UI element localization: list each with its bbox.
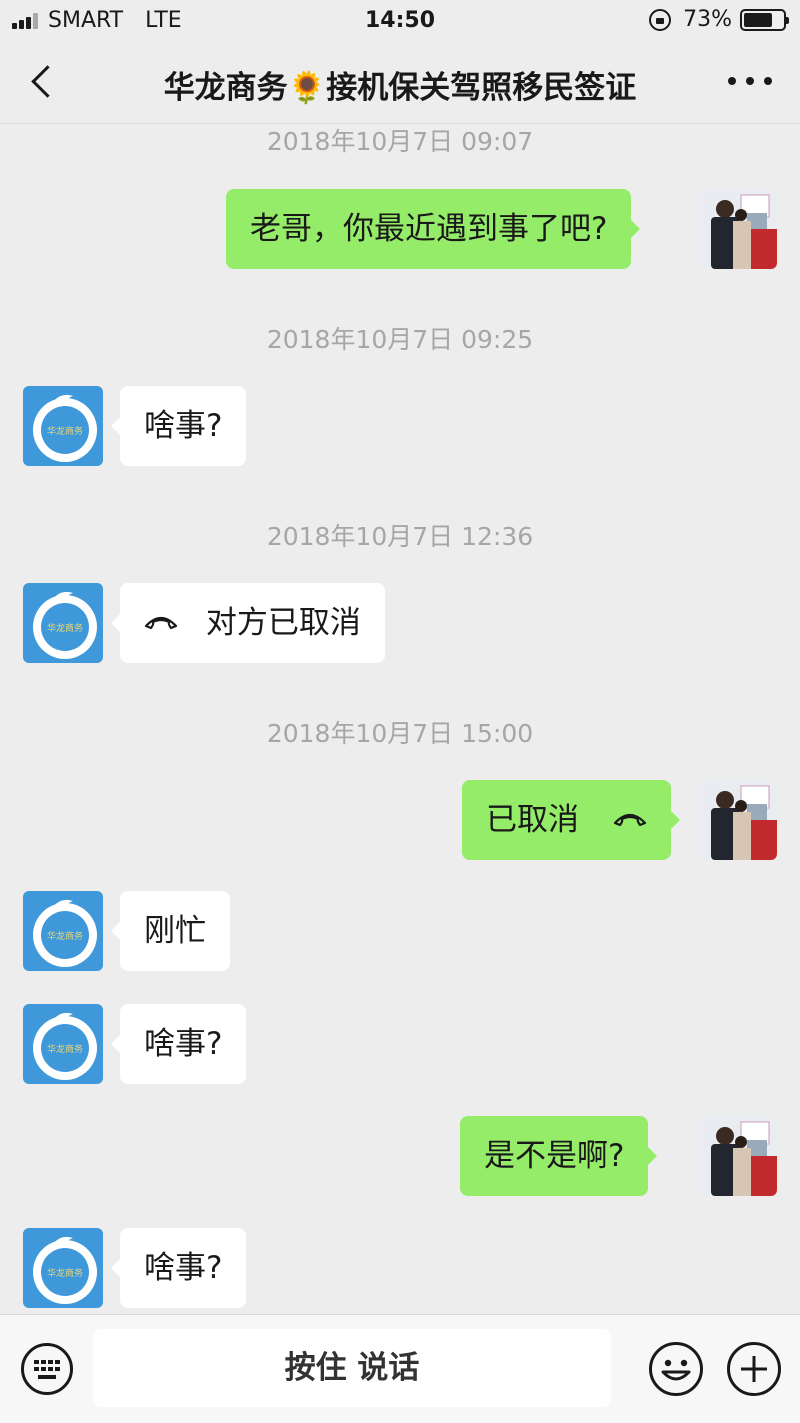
svg-text:华龙商务: 华龙商务 bbox=[47, 930, 83, 942]
battery-percent: 73% bbox=[683, 7, 732, 32]
call-record-label: 对方已取消 bbox=[205, 605, 361, 641]
input-bar: 按住 说话 bbox=[0, 1314, 800, 1423]
timestamp: 2018年10月7日 15:00 bbox=[266, 719, 534, 748]
my-avatar[interactable] bbox=[697, 780, 777, 860]
contact-avatar[interactable]: 华龙商务 bbox=[23, 386, 103, 466]
status-bar: SMART LTE 14:50 73% bbox=[0, 0, 800, 40]
timestamp: 2018年10月7日 09:07 bbox=[266, 127, 534, 156]
rotation-lock-icon bbox=[649, 8, 672, 31]
message-bubble-incoming[interactable]: 刚忙 bbox=[111, 891, 230, 971]
status-right: 73% bbox=[649, 7, 789, 32]
message-bubble-incoming[interactable]: 啥事? bbox=[110, 1004, 247, 1084]
svg-text:华龙商务: 华龙商务 bbox=[47, 622, 83, 634]
hold-to-talk-button[interactable]: 按住 说话 bbox=[93, 1329, 611, 1407]
contact-avatar[interactable]: 华龙商务 bbox=[23, 1004, 103, 1084]
my-avatar[interactable] bbox=[697, 189, 777, 269]
svg-text:华龙商务: 华龙商务 bbox=[47, 1043, 83, 1055]
chat-title: 华龙商务🌻接机保关驾照移民签证 bbox=[163, 70, 637, 106]
nav-bar: 华龙商务🌻接机保关驾照移民签证 bbox=[0, 40, 800, 124]
message-bubble-outgoing[interactable]: 老哥，你最近遇到事了吧? bbox=[226, 189, 641, 269]
plus-icon[interactable] bbox=[726, 1341, 782, 1397]
call-record-bubble-outgoing[interactable]: 已取消 bbox=[462, 780, 680, 860]
message-bubble-incoming[interactable]: 啥事? bbox=[110, 1228, 247, 1308]
timestamp: 2018年10月7日 09:25 bbox=[266, 325, 534, 354]
call-record-bubble[interactable]: 对方已取消 bbox=[111, 583, 385, 663]
phone-hangup-icon bbox=[613, 813, 646, 826]
battery-icon bbox=[740, 8, 789, 31]
keyboard-icon[interactable] bbox=[20, 1342, 74, 1396]
phone-hangup-icon bbox=[144, 616, 178, 629]
svg-text:华龙商务: 华龙商务 bbox=[47, 1267, 83, 1279]
message-bubble-outgoing[interactable]: 是不是啊? bbox=[460, 1116, 658, 1196]
contact-avatar[interactable]: 华龙商务 bbox=[23, 891, 103, 971]
call-record-label: 已取消 bbox=[486, 802, 579, 838]
timestamp: 2018年10月7日 12:36 bbox=[266, 522, 534, 551]
contact-avatar[interactable]: 华龙商务 bbox=[23, 583, 103, 663]
svg-text:华龙商务: 华龙商务 bbox=[47, 425, 83, 437]
contact-avatar[interactable]: 华龙商务 bbox=[23, 1228, 103, 1308]
message-bubble-incoming[interactable]: 啥事? bbox=[110, 386, 247, 466]
emoji-icon[interactable] bbox=[648, 1341, 704, 1397]
back-button[interactable] bbox=[22, 58, 66, 102]
more-options-button[interactable] bbox=[728, 66, 772, 96]
my-avatar[interactable] bbox=[697, 1116, 777, 1196]
